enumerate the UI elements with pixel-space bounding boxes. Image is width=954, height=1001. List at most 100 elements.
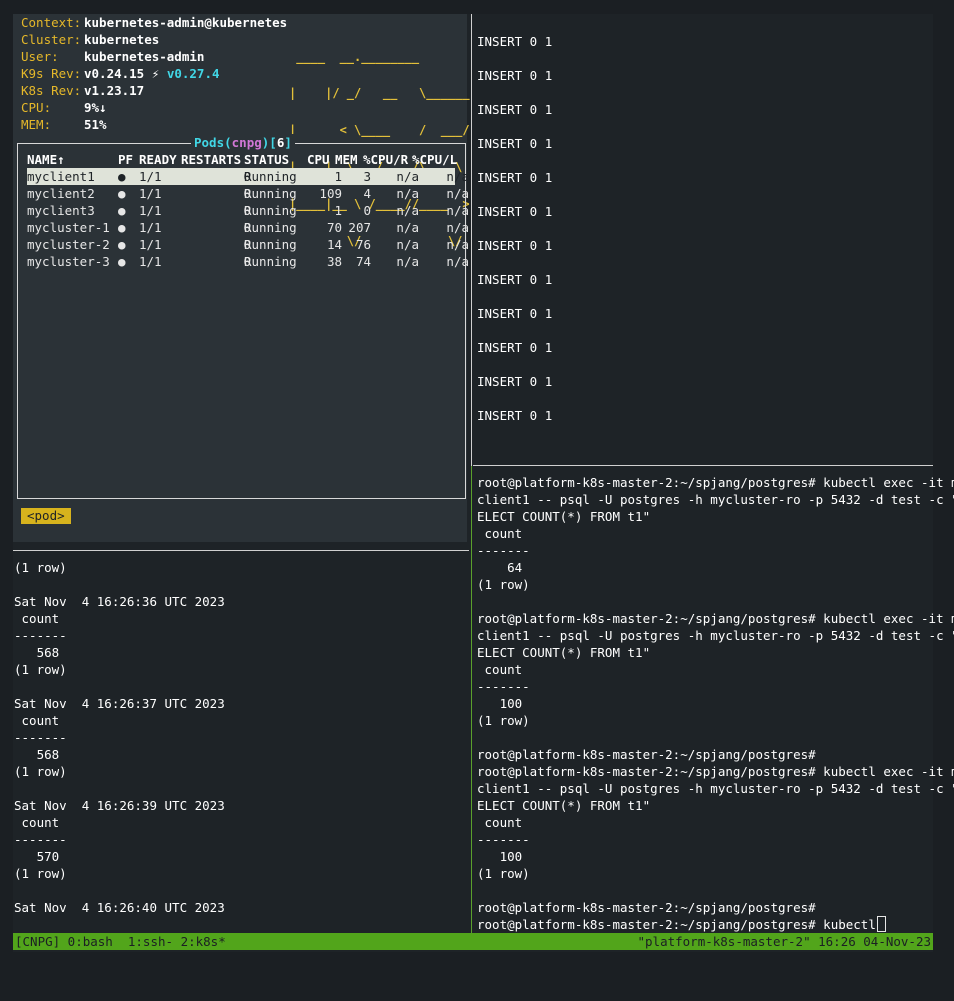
watch-line: 568	[14, 645, 60, 660]
tmux-status-bar: [CNPG] 0:bash 1:ssh- 2:k8s* "platform-k8…	[13, 933, 933, 950]
col-header-pf[interactable]: PF	[118, 151, 133, 168]
pane-divider-left[interactable]	[13, 550, 469, 551]
tmux-window-list[interactable]: [CNPG] 0:bash 1:ssh- 2:k8s*	[15, 933, 226, 950]
shell-line: -------	[477, 543, 530, 558]
pod-row[interactable]: mycluster-1 ● 1/1 0 Running 70 207 n/a n/a	[27, 219, 469, 236]
insert-line: INSERT 0 1	[477, 68, 553, 83]
insert-line: INSERT 0 1	[477, 136, 553, 151]
pane-divider-right[interactable]	[473, 465, 933, 466]
pod-cell-ready: 1/1	[139, 254, 162, 269]
shell-line: (1 row)	[477, 577, 530, 592]
col-header-ready[interactable]: READY	[139, 151, 177, 168]
pod-cell-pf: ●	[118, 203, 126, 218]
watch-line: (1 row)	[14, 764, 67, 779]
watch-line: -------	[14, 628, 67, 643]
pod-cell-cpu: 109	[319, 186, 342, 201]
pod-cell-cpu-l: n/a	[446, 237, 469, 252]
shell-line: root@platform-k8s-master-2:~/spjang/post…	[477, 747, 816, 762]
k9s-pane[interactable]: Context: kubernetes-admin@kubernetes Clu…	[13, 14, 470, 542]
shell-line: -------	[477, 832, 530, 847]
cluster-value: kubernetes	[84, 32, 160, 47]
pod-cell-name: mycluster-3	[27, 254, 110, 269]
k9s-rev-label: K9s Rev:	[21, 66, 82, 81]
pod-cell-name: myclient3	[27, 203, 95, 218]
watch-line: 570	[14, 849, 60, 864]
pod-cell-status: Running	[244, 220, 297, 235]
shell-line: (1 row)	[477, 713, 530, 728]
watch-line: 568	[14, 747, 60, 762]
shell-line: count	[477, 526, 523, 541]
shell-prompt-text: root@platform-k8s-master-2:~/spjang/post…	[477, 917, 876, 932]
pod-cell-ready: 1/1	[139, 203, 162, 218]
pod-row[interactable]: myclient2 ● 1/1 0 Running 109 4 n/a n/a	[27, 185, 469, 202]
logo-line: | < \____ / ___/	[289, 123, 470, 138]
pod-cell-cpu: 70	[326, 220, 342, 235]
insert-line: INSERT 0 1	[477, 306, 553, 321]
pods-title-mid: )[	[261, 135, 277, 150]
cpu-label: CPU:	[21, 100, 52, 115]
context-value: kubernetes-admin@kubernetes	[84, 15, 288, 30]
watch-line: (1 row)	[14, 560, 67, 575]
shell-line: client1 -- psql -U postgres -h mycluster…	[477, 781, 954, 796]
pod-cell-cpu: 1	[334, 169, 342, 184]
col-header-restarts[interactable]: RESTARTS	[181, 151, 241, 168]
pod-cell-ready: 1/1	[139, 169, 162, 184]
cluster-label: Cluster:	[21, 32, 82, 47]
pod-row[interactable]: mycluster-2 ● 1/1 0 Running 14 76 n/a n/a	[27, 236, 469, 253]
col-header-name[interactable]: NAME↑	[27, 151, 65, 168]
pod-cell-mem: 76	[355, 237, 371, 252]
user-value: kubernetes-admin	[84, 49, 205, 64]
col-header-status[interactable]: STATUS	[244, 151, 289, 168]
shell-line: count	[477, 662, 523, 677]
pod-cell-cpu-l: n/a	[446, 169, 469, 184]
shell-line: root@platform-k8s-master-2:~/spjang/post…	[477, 764, 954, 779]
shell-line: -------	[477, 679, 530, 694]
col-header-cpu-r[interactable]: %CPU/R	[363, 151, 408, 168]
pane-divider-vertical-top[interactable]	[471, 14, 472, 466]
pod-cell-name: mycluster-2	[27, 237, 110, 252]
shell-line: root@platform-k8s-master-2:~/spjang/post…	[477, 475, 954, 490]
watch-line: -------	[14, 832, 67, 847]
k9s-latest-version: v0.27.4	[166, 66, 220, 81]
pod-cell-cpu-r: n/a	[396, 254, 419, 269]
pods-table-title: Pods(cnpg)[6]	[191, 134, 295, 151]
k8s-rev-value: v1.23.17	[84, 83, 145, 98]
k9s-rev-value: v0.24.15	[84, 66, 145, 81]
pod-row[interactable]: mycluster-3 ● 1/1 0 Running 38 74 n/a n/a	[27, 253, 469, 270]
watch-line: count	[14, 815, 60, 830]
pane-divider-vertical-active[interactable]	[471, 466, 472, 933]
pod-cell-cpu-r: n/a	[396, 220, 419, 235]
col-header-cpu[interactable]: CPU	[307, 151, 330, 168]
pod-cell-cpu-l: n/a	[446, 220, 469, 235]
insert-line: INSERT 0 1	[477, 374, 553, 389]
pod-cell-restarts: 0	[243, 169, 251, 184]
shell-line: root@platform-k8s-master-2:~/spjang/post…	[477, 900, 816, 915]
pod-cell-restarts: 0	[243, 186, 251, 201]
pods-title-prefix: Pods(	[194, 135, 232, 150]
pod-cell-name: myclient1	[27, 169, 95, 184]
col-header-mem[interactable]: MEM	[335, 151, 358, 168]
insert-line: INSERT 0 1	[477, 34, 553, 49]
pod-cell-mem: 0	[363, 203, 371, 218]
pod-cell-restarts: 0	[243, 237, 251, 252]
logo-line: | |/ _/ __ \______	[289, 86, 470, 101]
pod-cell-pf: ●	[118, 220, 126, 235]
user-label: User:	[21, 49, 59, 64]
watch-line: Sat Nov 4 16:26:37 UTC 2023	[14, 696, 225, 711]
upgrade-bolt-icon: ⚡	[151, 66, 160, 81]
shell-line: ELECT COUNT(*) FROM t1"	[477, 645, 651, 660]
col-header-cpu-l[interactable]: %CPU/L	[412, 151, 457, 168]
watch-line: Sat Nov 4 16:26:36 UTC 2023	[14, 594, 225, 609]
pod-cell-status: Running	[244, 169, 297, 184]
shell-line: 64	[477, 560, 523, 575]
pod-cell-mem: 3	[363, 169, 371, 184]
shell-line: 100	[477, 849, 523, 864]
shell-line: (1 row)	[477, 866, 530, 881]
breadcrumb-pod[interactable]: <pod>	[21, 508, 71, 524]
pod-row[interactable]: myclient1 ● 1/1 0 Running 1 3 n/a n/a	[27, 168, 469, 185]
pod-cell-pf: ●	[118, 186, 126, 201]
shell-prompt-line[interactable]: root@platform-k8s-master-2:~/spjang/post…	[477, 916, 886, 933]
pod-row[interactable]: myclient3 ● 1/1 0 Running 1 0 n/a n/a	[27, 202, 469, 219]
pod-cell-cpu: 38	[326, 254, 342, 269]
pod-cell-cpu-r: n/a	[396, 203, 419, 218]
